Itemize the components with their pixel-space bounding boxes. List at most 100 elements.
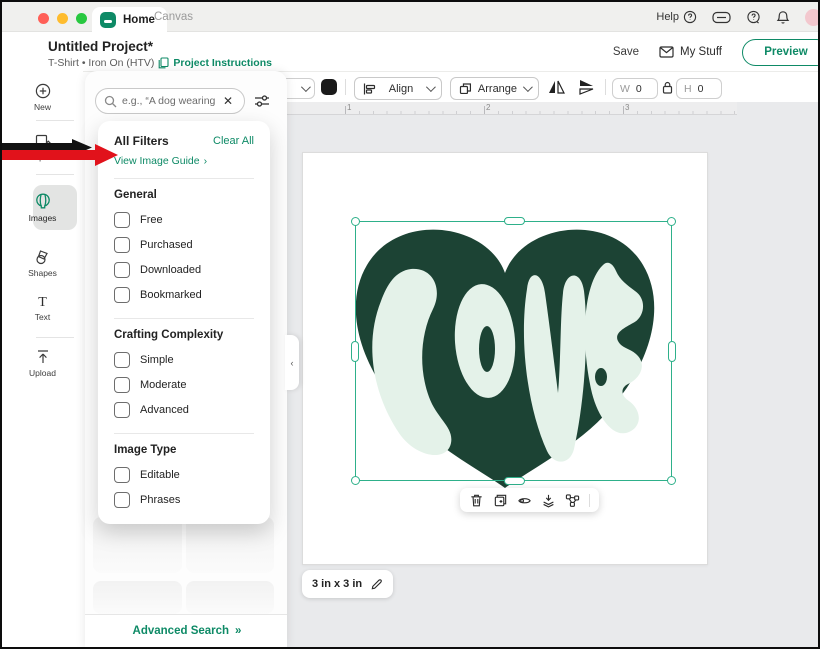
help-menu[interactable]: Help <box>656 10 697 24</box>
filter-option-purchased[interactable]: Purchased <box>114 232 254 257</box>
align-dropdown[interactable]: Align <box>354 77 442 100</box>
checkbox[interactable] <box>114 237 130 253</box>
help-label: Help <box>656 11 679 23</box>
clear-search-button[interactable]: ✕ <box>223 95 233 107</box>
duplicate-button[interactable] <box>493 493 508 508</box>
project-header: Untitled Project* T-Shirt • Iron On (HTV… <box>2 33 818 71</box>
checkbox[interactable] <box>114 402 130 418</box>
resize-handle-e[interactable] <box>668 341 676 362</box>
align-icon <box>363 83 376 95</box>
chevron-left-icon: ‹ <box>291 358 294 368</box>
project-title: Untitled Project* <box>48 39 153 54</box>
chevron-down-icon <box>426 82 436 92</box>
filter-option-editable[interactable]: Editable <box>114 462 254 487</box>
panel-collapse-button[interactable]: ‹ <box>285 335 299 390</box>
delete-button[interactable] <box>469 493 484 508</box>
machine-icon[interactable] <box>712 11 731 24</box>
color-sync-icon <box>565 493 580 508</box>
checkbox[interactable] <box>114 492 130 508</box>
image-result-placeholder[interactable] <box>93 581 182 614</box>
checkbox[interactable] <box>114 287 130 303</box>
resize-handle-se[interactable] <box>667 476 676 485</box>
color-sync-button[interactable] <box>565 493 580 508</box>
search-input[interactable] <box>122 95 218 107</box>
checkbox[interactable] <box>114 212 130 228</box>
close-window-button[interactable] <box>38 13 49 24</box>
filter-option-advanced[interactable]: Advanced <box>114 397 254 422</box>
preview-button[interactable]: Preview <box>742 39 820 66</box>
images-icon <box>35 193 51 210</box>
hide-button[interactable] <box>517 493 532 508</box>
resize-handle-s[interactable] <box>504 477 525 485</box>
annotation-arrow <box>2 138 120 168</box>
flip-vertical-button[interactable] <box>578 79 595 95</box>
flip-horizontal-icon <box>548 79 565 95</box>
flatten-button[interactable] <box>541 493 556 508</box>
resize-handle-ne[interactable] <box>667 217 676 226</box>
selection-box[interactable] <box>355 221 672 481</box>
toolbar-divider <box>345 79 346 95</box>
upload-icon <box>35 349 51 365</box>
checkbox[interactable] <box>114 352 130 368</box>
image-search-bar[interactable]: ✕ <box>95 88 245 114</box>
height-field[interactable]: H 0 <box>676 78 722 99</box>
checkbox[interactable] <box>114 262 130 278</box>
lock-icon[interactable] <box>662 81 673 94</box>
resize-handle-w[interactable] <box>351 341 359 362</box>
filters-icon[interactable] <box>254 94 270 108</box>
app-window: 1 2 3 <box>0 0 820 649</box>
image-result-placeholder[interactable] <box>186 581 274 614</box>
sidebar-item-upload[interactable]: Upload <box>2 349 83 378</box>
my-stuff-button[interactable]: My Stuff <box>659 46 722 58</box>
tab-canvas[interactable]: Canvas <box>154 11 193 23</box>
search-icon <box>104 95 117 108</box>
window-controls <box>38 13 87 24</box>
image-result-placeholder[interactable] <box>186 517 274 573</box>
width-field[interactable]: W 0 <box>612 78 658 99</box>
trash-icon <box>469 493 484 508</box>
filter-option-phrases[interactable]: Phrases <box>114 487 254 512</box>
checkbox[interactable] <box>114 467 130 483</box>
sidebar-item-shapes[interactable]: Shapes <box>2 249 83 278</box>
chevron-down-icon <box>523 82 533 92</box>
bell-icon[interactable] <box>776 10 790 25</box>
save-button[interactable]: Save <box>613 46 639 58</box>
clear-all-link[interactable]: Clear All <box>213 135 254 147</box>
sidebar-item-images[interactable]: Images <box>2 193 83 223</box>
flatten-icon <box>541 493 556 508</box>
filter-option-simple[interactable]: Simple <box>114 347 254 372</box>
resize-handle-n[interactable] <box>504 217 525 225</box>
envelope-icon <box>659 46 674 58</box>
ruler-mark: 2 <box>486 103 490 112</box>
avatar[interactable] <box>805 9 820 26</box>
cricut-logo-icon <box>100 12 116 28</box>
selection-toolbar <box>460 488 599 512</box>
filter-option-downloaded[interactable]: Downloaded <box>114 257 254 282</box>
advanced-search-bar[interactable]: Advanced Search » <box>85 614 287 647</box>
toolbar-divider <box>589 494 590 507</box>
project-instructions-link[interactable]: Project Instructions <box>173 57 272 69</box>
view-image-guide-link[interactable]: View Image Guide › <box>114 155 254 167</box>
filter-option-bookmarked[interactable]: Bookmarked <box>114 282 254 307</box>
section-heading-general: General <box>114 189 254 201</box>
edit-size-button[interactable] <box>370 578 383 591</box>
feedback-icon[interactable] <box>746 10 761 25</box>
text-icon: T <box>35 294 50 309</box>
color-swatch[interactable] <box>321 79 337 95</box>
filters-dropdown: All Filters Clear All View Image Guide ›… <box>98 121 270 524</box>
sidebar-item-new[interactable]: New <box>2 83 83 112</box>
horizontal-ruler: 1 2 3 <box>285 102 737 115</box>
resize-handle-sw[interactable] <box>351 476 360 485</box>
filter-option-free[interactable]: Free <box>114 207 254 232</box>
resize-handle-nw[interactable] <box>351 217 360 226</box>
machine-material-label: T-Shirt • Iron On (HTV) <box>48 57 154 69</box>
sidebar-item-text[interactable]: T Text <box>2 294 83 322</box>
checkbox[interactable] <box>114 377 130 393</box>
question-circle-icon <box>683 10 697 24</box>
minimize-window-button[interactable] <box>57 13 68 24</box>
zoom-window-button[interactable] <box>76 13 87 24</box>
filter-option-moderate[interactable]: Moderate <box>114 372 254 397</box>
image-result-placeholder[interactable] <box>93 517 182 573</box>
arrange-dropdown[interactable]: Arrange <box>450 77 539 100</box>
flip-horizontal-button[interactable] <box>548 79 565 95</box>
